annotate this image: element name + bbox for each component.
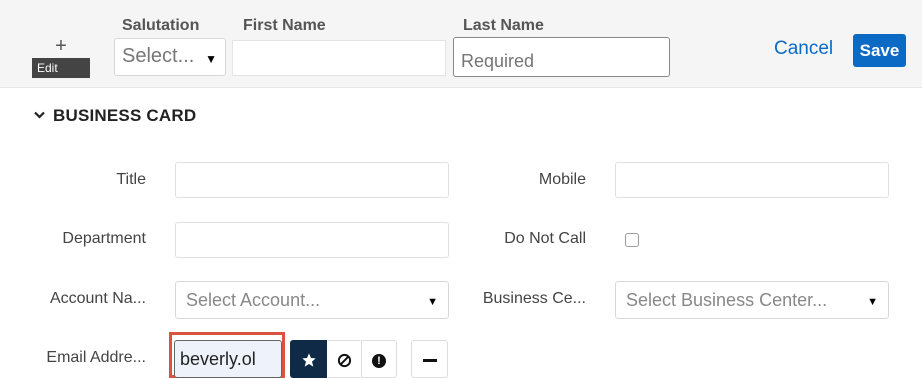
salutation-select[interactable]: Select... ▼ xyxy=(114,38,226,76)
title-label: Title xyxy=(116,171,146,188)
mobile-label: Mobile xyxy=(538,171,586,188)
caret-down-icon: ▼ xyxy=(427,296,438,308)
account-name-select[interactable]: Select Account... ▼ xyxy=(175,281,449,319)
chevron-down-icon xyxy=(34,108,45,122)
business-center-label: Business Ce... xyxy=(482,290,586,307)
prohibited-icon xyxy=(337,353,351,368)
account-name-placeholder: Select Account... xyxy=(186,290,321,310)
save-button[interactable]: Save xyxy=(853,34,906,67)
do-not-call-label: Do Not Call xyxy=(504,230,586,247)
account-name-label: Account Na... xyxy=(49,290,146,307)
star-icon xyxy=(301,352,316,367)
invalid-email-button[interactable]: ! xyxy=(361,340,397,378)
email-address-label: Email Addre... xyxy=(46,349,146,366)
department-label: Department xyxy=(62,230,146,247)
salutation-label: Salutation xyxy=(122,17,200,34)
email-input[interactable]: beverly.ol xyxy=(174,340,282,378)
edit-button[interactable]: Edit xyxy=(32,58,90,78)
cancel-button[interactable]: Cancel xyxy=(774,38,833,60)
primary-email-button[interactable] xyxy=(290,340,327,378)
record-header: + Edit Salutation First Name Last Name S… xyxy=(0,0,922,88)
section-toggle-business-card[interactable]: BUSINESS CARD xyxy=(34,106,196,126)
title-input[interactable] xyxy=(175,162,449,198)
mobile-input[interactable] xyxy=(615,162,889,198)
business-center-select[interactable]: Select Business Center... ▼ xyxy=(615,281,889,319)
plus-icon[interactable]: + xyxy=(32,36,90,56)
edit-avatar-block[interactable]: + Edit xyxy=(32,36,90,78)
caret-down-icon: ▼ xyxy=(867,296,878,308)
salutation-value: Select... xyxy=(122,45,195,67)
first-name-label: First Name xyxy=(243,17,326,34)
remove-email-button[interactable] xyxy=(411,340,448,378)
caret-down-icon: ▼ xyxy=(205,52,217,66)
do-not-call-checkbox[interactable] xyxy=(625,233,639,247)
department-input[interactable] xyxy=(175,222,449,258)
exclamation-icon: ! xyxy=(372,353,386,368)
section-title: BUSINESS CARD xyxy=(53,106,197,125)
business-center-placeholder: Select Business Center... xyxy=(626,290,828,310)
first-name-input[interactable] xyxy=(232,40,446,76)
opt-out-button[interactable] xyxy=(328,340,360,378)
minus-icon xyxy=(422,359,437,363)
last-name-input[interactable] xyxy=(453,37,670,77)
last-name-label: Last Name xyxy=(463,17,544,34)
